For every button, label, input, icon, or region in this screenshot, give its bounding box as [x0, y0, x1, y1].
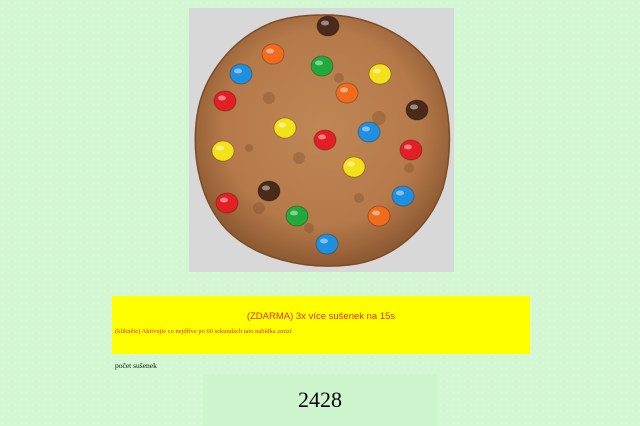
candy: [261, 43, 285, 65]
candy-highlight: [220, 197, 228, 203]
candy: [310, 55, 334, 77]
candy-highlight: [362, 126, 370, 132]
candy-highlight: [372, 210, 380, 216]
candy-highlight: [216, 145, 224, 151]
candy-highlight: [278, 122, 286, 128]
candy: [399, 139, 423, 161]
candy-highlight: [320, 238, 328, 244]
candy-highlight: [266, 48, 274, 54]
candy-highlight: [262, 185, 270, 191]
candy: [405, 99, 429, 121]
candy-highlight: [373, 68, 381, 74]
cookie-button[interactable]: [189, 8, 454, 272]
candy-highlight: [410, 104, 418, 110]
candy-highlight: [404, 144, 412, 150]
cookie-count-box: 2428: [203, 374, 437, 426]
candy: [335, 82, 359, 104]
candy: [215, 192, 239, 214]
offer-description: (klikněte) Aktivujte co nejdříve po 60 s…: [115, 328, 292, 335]
offer-banner[interactable]: (ZDARMA) 3x více sušenek na 15s (kliknět…: [112, 296, 530, 354]
candy: [285, 205, 309, 227]
candy: [213, 90, 237, 112]
candy: [273, 117, 297, 139]
candy: [229, 63, 253, 85]
candy: [315, 233, 339, 255]
candy-highlight: [218, 95, 226, 101]
candy: [342, 156, 366, 178]
cookie-icon[interactable]: [189, 8, 454, 272]
candy: [313, 129, 337, 151]
candy: [367, 205, 391, 227]
candy-highlight: [340, 87, 348, 93]
cookie-count-label: počet sušenek: [115, 361, 157, 370]
candy-highlight: [315, 60, 323, 66]
candy: [391, 185, 415, 207]
candy: [368, 63, 392, 85]
cookie-count-value: 2428: [298, 387, 342, 412]
offer-title: (ZDARMA) 3x více sušenek na 15s: [246, 311, 396, 322]
candy: [357, 121, 381, 143]
candy-highlight: [396, 190, 404, 196]
candy: [211, 140, 235, 162]
candy: [316, 15, 340, 37]
candy-highlight: [347, 161, 355, 167]
candy-highlight: [318, 134, 326, 140]
candy-highlight: [290, 210, 298, 216]
candy-highlight: [234, 68, 242, 74]
candy-highlight: [321, 20, 329, 26]
candy: [257, 180, 281, 202]
